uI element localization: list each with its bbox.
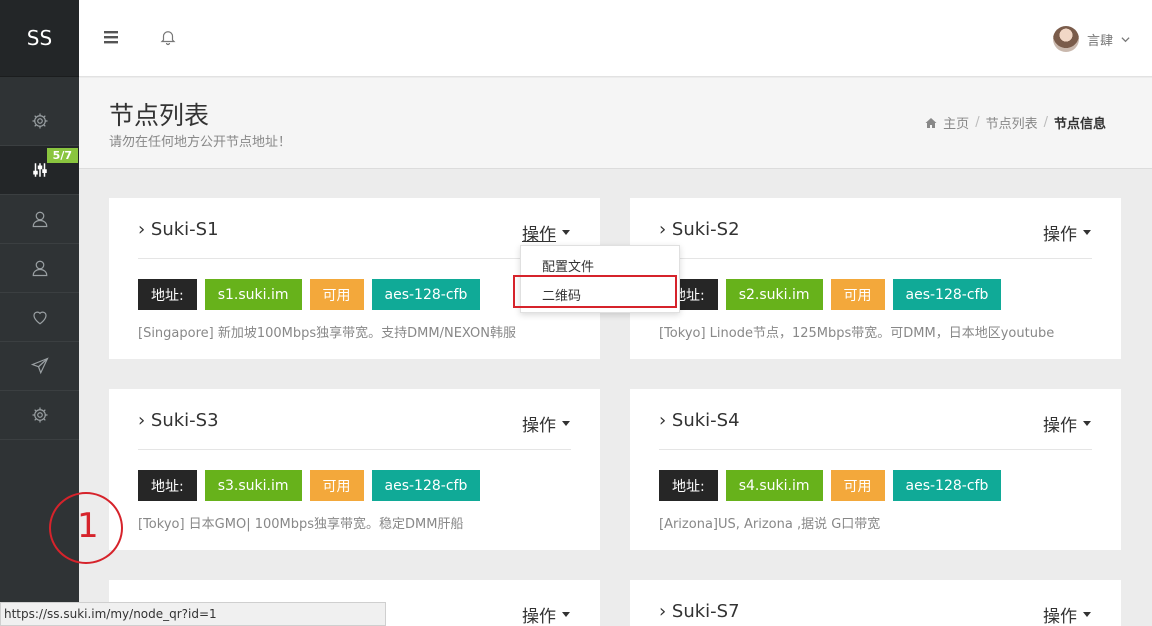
breadcrumb-home[interactable]: 主页 [943,113,969,132]
breadcrumb-separator: / [975,115,980,130]
action-label: 操作 [1043,416,1077,436]
node-action-dropdown[interactable]: 操作 [522,602,570,626]
node-title[interactable]: › Suki-S1 [138,219,219,240]
action-label: 操作 [522,416,556,436]
address-label-tag: 地址: [138,279,197,310]
host-tag: s1.suki.im [204,279,302,310]
divider [659,449,1092,450]
node-title[interactable]: › Suki-S4 [659,410,740,431]
host-tag: s4.suki.im [725,470,823,501]
address-label-tag: 地址: [138,470,197,501]
node-description: [Arizona]US, Arizona ,据说 G口带宽 [659,517,881,532]
divider [659,258,1092,259]
host-tag: s2.suki.im [725,279,823,310]
user-name: 言肆 [1086,33,1113,49]
page-subtitle: 请勿在任何地方公开节点地址！ [109,135,292,150]
step-number: 1 [77,506,99,546]
logo[interactable]: SS [0,0,79,77]
home-icon [925,117,937,128]
chevron-down-icon [1121,36,1130,42]
action-label: 操作 [1043,607,1077,626]
step-annotation: 1 [49,492,123,564]
node-tags: 地址: s1.suki.im 可用 aes-128-cfb [138,279,481,310]
node-title[interactable]: › Suki-S3 [138,410,219,431]
page-header: 节点列表 请勿在任何地方公开节点地址！ 主页 / 节点列表 / 节点信息 [79,78,1152,169]
node-name: Suki-S2 [671,219,740,240]
gear-icon [32,407,47,423]
divider [138,258,571,259]
node-action-dropdown[interactable]: 操作 [1043,411,1091,436]
status-tag: 可用 [309,279,364,310]
node-card-s2: › Suki-S2 操作 地址: s2.suki.im 可用 aes-128-c… [630,198,1121,359]
bell-icon[interactable] [159,28,177,46]
user-icon [32,260,47,277]
node-name: Suki-S1 [150,219,219,240]
caret-down-icon [1083,230,1091,235]
gear-icon [32,113,47,129]
caret-down-icon [1083,421,1091,426]
breadcrumb-separator: / [1043,115,1048,130]
status-tag: 可用 [830,470,885,501]
user-icon [32,211,47,228]
node-card-s4: › Suki-S4 操作 地址: s4.suki.im 可用 aes-128-c… [630,389,1121,550]
node-tags: 地址: s4.suki.im 可用 aes-128-cfb [659,470,1002,501]
node-name: Suki-S3 [150,410,219,431]
caret-down-icon [562,230,570,235]
action-label: 操作 [522,607,556,626]
node-name: Suki-S4 [671,410,740,431]
breadcrumb: 主页 / 节点列表 / 节点信息 [925,113,1106,132]
sidebar-item-favorites[interactable] [0,293,79,342]
sidebar-item-settings[interactable] [0,97,79,146]
method-tag: aes-128-cfb [892,470,1002,501]
method-tag: aes-128-cfb [892,279,1002,310]
action-label: 操作 [1043,225,1077,245]
qrcode-highlight-box [513,275,677,308]
caret-down-icon [1083,612,1091,617]
method-tag: aes-128-cfb [371,279,481,310]
sidebar-item-nodes[interactable]: 5/7 [0,146,79,195]
status-tag: 可用 [309,470,364,501]
status-tag: 可用 [830,279,885,310]
caret-down-icon [562,612,570,617]
node-action-dropdown[interactable]: 操作 [522,220,570,245]
method-tag: aes-128-cfb [371,470,481,501]
avatar [1052,26,1079,52]
node-card-s3: › Suki-S3 操作 地址: s3.suki.im 可用 aes-128-c… [109,389,600,550]
address-label-tag: 地址: [659,470,718,501]
node-action-dropdown[interactable]: 操作 [522,411,570,436]
sidebar-item-user[interactable] [0,195,79,244]
host-tag: s3.suki.im [204,470,302,501]
node-title[interactable]: › Suki-S2 [659,219,740,240]
topbar: 言肆 [79,0,1152,77]
user-menu[interactable]: 言肆 [1052,26,1130,52]
node-action-dropdown[interactable]: 操作 [1043,220,1091,245]
node-description: [Tokyo] 日本GMO| 100Mbps独享带宽。稳定DMM肝船 [138,517,464,532]
node-name: Suki-S7 [671,601,740,622]
sidebar-item-user-2[interactable] [0,244,79,293]
action-label: 操作 [522,225,556,245]
divider [138,449,571,450]
node-count-badge: 5/7 [46,148,78,163]
status-bar-url: https://ss.suki.im/my/node_qr?id=1 [0,602,386,626]
page-title: 节点列表 [109,101,210,130]
caret-down-icon [562,421,570,426]
node-tags: 地址: s2.suki.im 可用 aes-128-cfb [659,279,1002,310]
node-action-dropdown[interactable]: 操作 [1043,602,1091,626]
node-tags: 地址: s3.suki.im 可用 aes-128-cfb [138,470,481,501]
sliders-icon [32,163,47,177]
node-title[interactable]: › Suki-S7 [659,601,740,622]
menu-icon[interactable] [103,28,121,46]
heart-icon [32,311,47,325]
node-card-s7: › Suki-S7 操作 [630,580,1121,626]
sidebar-item-send[interactable] [0,342,79,391]
breadcrumb-current: 节点信息 [1053,117,1106,132]
node-description: [Singapore] 新加坡100Mbps独享带宽。支持DMM/NEXON韩服 [138,326,516,341]
send-icon [30,357,49,375]
sidebar-item-settings-2[interactable] [0,391,79,440]
breadcrumb-node-list[interactable]: 节点列表 [986,113,1038,132]
node-description: [Tokyo] Linode节点，125Mbps带宽。可DMM，日本地区yout… [659,326,1055,341]
